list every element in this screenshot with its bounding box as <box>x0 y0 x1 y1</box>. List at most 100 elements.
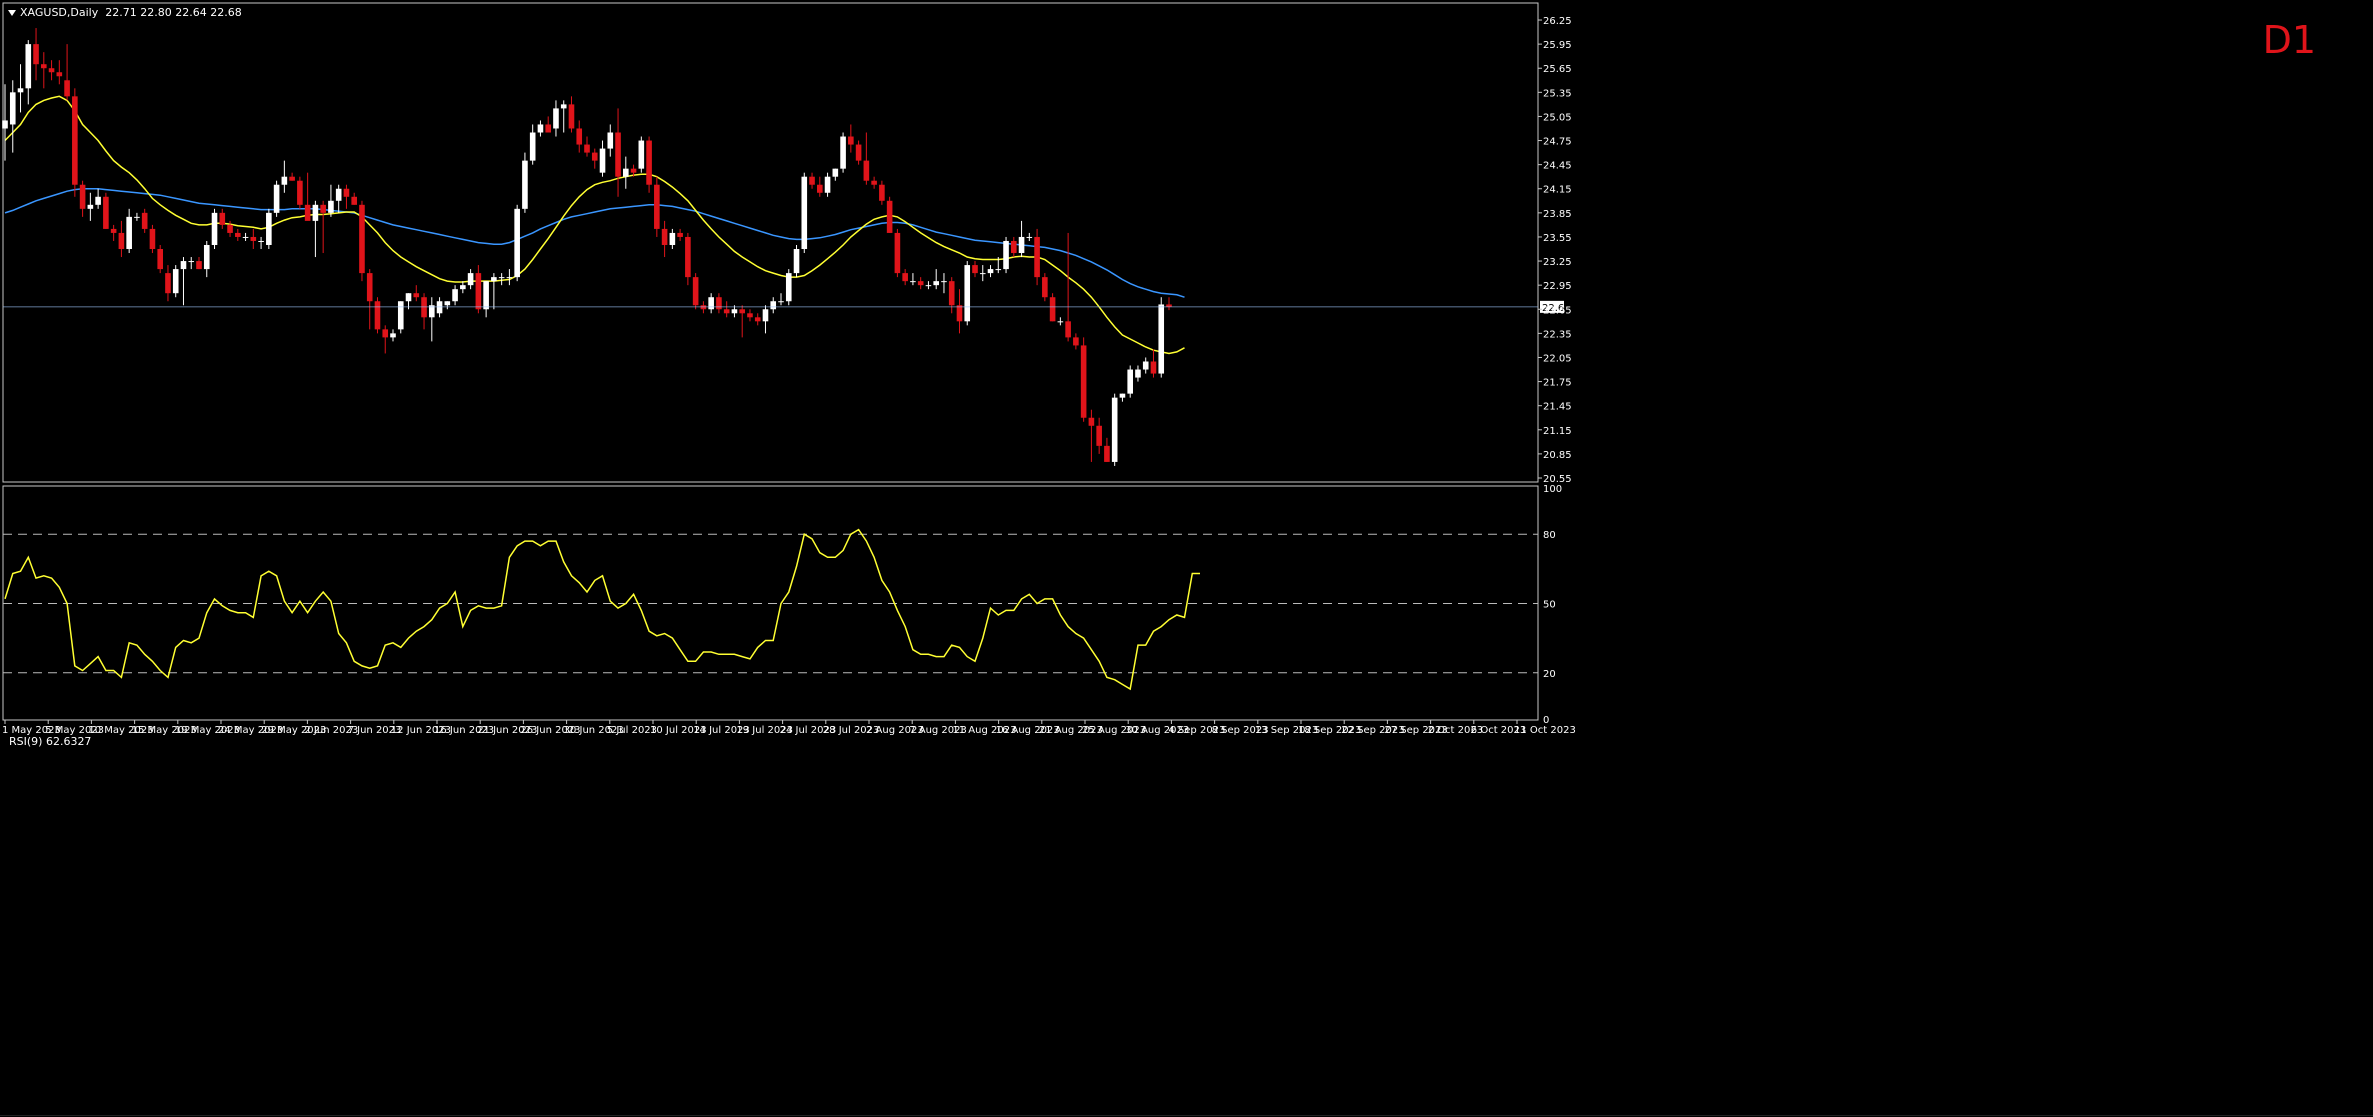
bull-candle-body <box>266 212 272 245</box>
bull-candle-body <box>17 88 24 93</box>
bear-candle-body <box>568 104 575 129</box>
bull-candle-body <box>529 132 536 161</box>
bear-candle-body <box>227 224 233 233</box>
bear-candle-body <box>754 317 761 322</box>
bear-candle-body <box>972 265 978 274</box>
bull-candle-body <box>514 208 520 278</box>
bull-candle-body <box>785 273 792 302</box>
bull-candle-body <box>467 273 474 286</box>
bull-candle-body <box>1111 397 1118 462</box>
bull-candle-body <box>522 160 528 209</box>
bull-candle-body <box>933 281 939 286</box>
bull-candle-body <box>599 148 606 173</box>
bull-candle-body <box>560 104 567 109</box>
bear-candle-body <box>421 297 427 318</box>
bull-candle-body <box>134 216 140 218</box>
bull-candle-body <box>995 269 1002 271</box>
bull-candle-body <box>405 293 412 302</box>
price-tick-label: 23.55 <box>1543 233 1572 244</box>
bull-candle-body <box>180 261 187 270</box>
rsi-tick-label: 50 <box>1543 600 1556 611</box>
price-tick-label: 22.95 <box>1543 281 1572 292</box>
symbol-name: XAGUSD,Daily <box>20 6 99 19</box>
bear-candle-body <box>661 228 668 245</box>
bear-candle-body <box>56 72 63 77</box>
bear-candle-body <box>576 128 583 145</box>
bear-candle-body <box>250 236 257 241</box>
rsi-tick-label: 80 <box>1543 530 1556 541</box>
bear-candle-body <box>382 329 389 338</box>
bear-candle-body <box>1049 297 1056 322</box>
rsi-indicator-header: RSI(9) 62.6327 <box>9 735 92 748</box>
bear-candle-body <box>1080 345 1087 418</box>
bull-candle-body <box>840 136 846 169</box>
bear-candle-body <box>1073 337 1079 346</box>
price-tick-label: 20.85 <box>1543 450 1572 461</box>
bull-candle-body <box>708 297 714 310</box>
price-tick-label: 22.35 <box>1543 329 1572 340</box>
bull-candle-body <box>1127 369 1133 394</box>
bear-candle-body <box>917 281 924 286</box>
bull-candle-body <box>1018 236 1025 254</box>
bull-candle-body <box>397 301 404 330</box>
bull-candle-body <box>188 261 195 263</box>
bull-candle-body <box>258 240 264 242</box>
bear-candle-body <box>149 228 156 250</box>
bear-candle-body <box>855 144 862 161</box>
bear-candle-body <box>351 196 357 205</box>
price-tick-label: 25.35 <box>1543 88 1572 99</box>
bull-candle-body <box>491 277 497 282</box>
bull-candle-body <box>801 176 808 250</box>
bull-candle-body <box>172 269 179 294</box>
bull-candle-body <box>25 44 32 89</box>
bull-candle-body <box>335 188 342 201</box>
bear-candle-body <box>545 124 551 133</box>
bear-candle-body <box>157 249 163 270</box>
bull-candle-body <box>1142 361 1149 370</box>
bear-candle-body <box>219 212 226 225</box>
symbol-header[interactable]: XAGUSD,Daily 22.71 22.80 22.64 22.68 <box>8 6 242 19</box>
bull-candle-body <box>669 232 676 245</box>
bear-candle-body <box>1034 236 1040 278</box>
price-tick-label: 22.05 <box>1543 353 1572 364</box>
bear-candle-body <box>817 184 823 193</box>
bear-candle-body <box>413 293 420 298</box>
bear-candle-body <box>879 184 885 201</box>
price-tick-label: 24.15 <box>1543 185 1572 196</box>
bull-candle-body <box>273 184 280 213</box>
bear-candle-body <box>948 281 955 306</box>
bull-candle-body <box>390 333 396 338</box>
bear-candle-body <box>1065 321 1071 338</box>
bear-candle-body <box>359 204 365 274</box>
bull-candle-body <box>242 236 249 238</box>
bear-candle-body <box>1011 240 1017 254</box>
bear-candle-body <box>1150 361 1157 374</box>
bull-candle-body <box>281 176 288 185</box>
time-tick-label: 11 Oct 2023 <box>1514 725 1576 736</box>
price-tick-label: 21.15 <box>1543 426 1572 437</box>
price-tick-label: 25.65 <box>1543 64 1572 75</box>
bull-candle-body <box>1026 236 1033 238</box>
bull-candle-body <box>778 301 784 303</box>
price-tick-label: 21.75 <box>1543 378 1572 389</box>
bear-candle-body <box>723 309 730 314</box>
bear-candle-body <box>374 301 381 330</box>
bear-candle-body <box>654 184 660 229</box>
bear-candle-body <box>235 232 241 237</box>
bear-candle-body <box>141 212 148 229</box>
bull-candle-body <box>793 249 800 274</box>
bear-candle-body <box>646 140 652 185</box>
bull-candle-body <box>328 200 334 213</box>
bull-candle-body <box>211 212 218 245</box>
bull-candle-body <box>638 140 645 169</box>
bear-candle-body <box>304 204 311 221</box>
bear-candle-body <box>956 305 963 322</box>
bear-candle-body <box>747 313 753 318</box>
dropdown-triangle-icon[interactable] <box>8 10 16 16</box>
bear-candle-body <box>110 228 117 233</box>
bull-candle-body <box>1057 321 1064 323</box>
bull-candle-body <box>498 277 505 279</box>
bear-candle-body <box>1104 445 1110 462</box>
chart-background <box>0 0 2373 1117</box>
bear-candle-body <box>591 152 598 161</box>
